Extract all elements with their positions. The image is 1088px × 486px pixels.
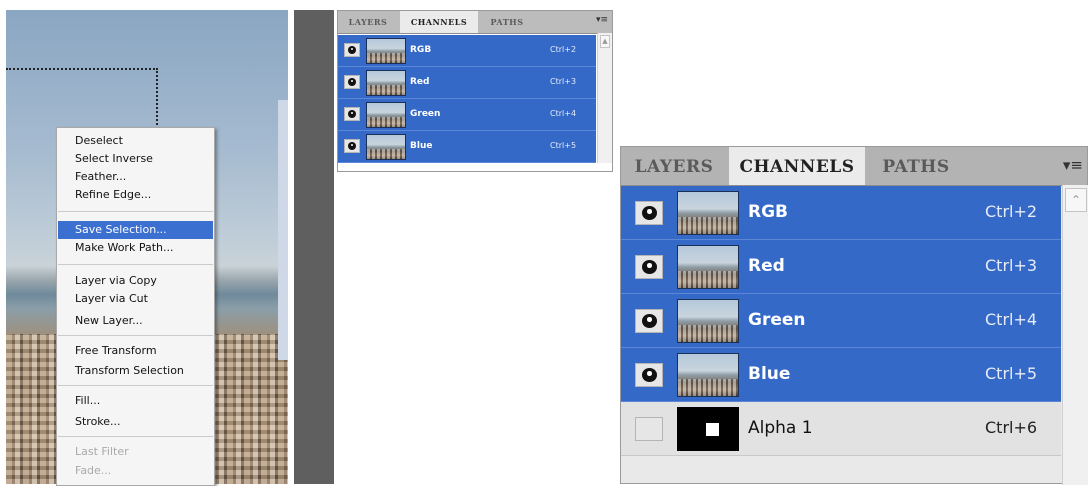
tab-layers[interactable]: LAYERS [621, 147, 727, 185]
channel-thumbnail [677, 191, 739, 235]
menu-item-layer-via-cut[interactable]: Layer via Cut [58, 290, 213, 308]
menu-item-last-filter: Last Filter [75, 445, 129, 458]
channel-shortcut: Ctrl+5 [550, 141, 577, 150]
visibility-eye-icon[interactable] [344, 43, 360, 57]
channels-panel-large: LAYERS CHANNELS PATHS ▾≡ RGB Ctrl+2 Red … [620, 146, 1088, 485]
channel-row-rgb[interactable]: RGB Ctrl+2 [621, 186, 1061, 240]
panel-scrollbar[interactable]: ▲ [597, 33, 612, 163]
menu-separator [58, 335, 213, 336]
channel-shortcut: Ctrl+4 [550, 109, 577, 118]
tab-channels[interactable]: CHANNELS [400, 11, 478, 33]
menu-separator [58, 211, 213, 212]
panel-tab-bar: LAYERS CHANNELS PATHS ▾≡ [621, 147, 1087, 186]
menu-item-free-transform[interactable]: Free Transform [58, 342, 213, 360]
channel-shortcut: Ctrl+2 [985, 202, 1038, 221]
panel-menu-icon[interactable]: ▾≡ [596, 15, 608, 25]
context-menu: Deselect Select Inverse Feather... Refin… [56, 127, 215, 486]
canvas-scrollbar[interactable] [278, 100, 288, 360]
channel-row-green[interactable]: Green Ctrl+4 [621, 294, 1061, 348]
visibility-eye-icon[interactable] [635, 255, 663, 279]
channel-name: Green [748, 310, 806, 330]
channel-shortcut: Ctrl+3 [550, 77, 577, 86]
channel-thumbnail [677, 353, 739, 397]
channel-thumbnail [677, 407, 739, 451]
channel-shortcut: Ctrl+6 [985, 418, 1038, 437]
panel-dock-background [294, 10, 334, 484]
channel-row-red[interactable]: Red Ctrl+3 [621, 240, 1061, 294]
channel-name: RGB [410, 45, 432, 55]
channel-thumbnail [677, 245, 739, 289]
channel-row-alpha-1[interactable]: Alpha 1 Ctrl+6 [621, 402, 1061, 456]
channel-name: Red [410, 77, 430, 87]
channel-thumbnail [677, 299, 739, 343]
channel-name: Blue [410, 141, 433, 151]
channel-name: RGB [748, 202, 789, 222]
channel-name: Green [410, 109, 441, 119]
channel-thumbnail [366, 134, 406, 160]
menu-item-refine-edge[interactable]: Refine Edge... [58, 186, 213, 204]
channel-thumbnail [366, 38, 406, 64]
tab-paths[interactable]: PATHS [480, 11, 534, 33]
menu-separator [58, 264, 213, 265]
menu-item-save-selection[interactable]: Save Selection... [58, 221, 213, 239]
channel-row-red[interactable]: Red Ctrl+3 [338, 67, 596, 99]
channel-name: Red [748, 256, 785, 276]
menu-item-select-inverse[interactable]: Select Inverse [58, 150, 213, 168]
channel-name: Blue [748, 364, 791, 384]
visibility-eye-icon[interactable] [344, 107, 360, 121]
channel-shortcut: Ctrl+3 [985, 256, 1038, 275]
visibility-toggle-empty[interactable] [635, 417, 663, 441]
channel-thumbnail [366, 102, 406, 128]
menu-item-transform-selection[interactable]: Transform Selection [58, 362, 213, 380]
panel-scrollbar[interactable]: ⌃ [1062, 185, 1088, 485]
channel-name: Alpha 1 [748, 418, 813, 438]
channel-shortcut: Ctrl+5 [985, 364, 1038, 383]
menu-item-make-work-path[interactable]: Make Work Path... [58, 239, 213, 257]
tab-paths[interactable]: PATHS [867, 147, 965, 185]
menu-separator [58, 436, 213, 437]
channel-row-rgb[interactable]: RGB Ctrl+2 [338, 35, 596, 67]
channel-row-blue[interactable]: Blue Ctrl+5 [338, 131, 596, 163]
menu-item-feather[interactable]: Feather... [58, 168, 213, 186]
channel-row-green[interactable]: Green Ctrl+4 [338, 99, 596, 131]
visibility-eye-icon[interactable] [635, 309, 663, 333]
menu-item-layer-via-copy[interactable]: Layer via Copy [58, 272, 213, 290]
menu-item-deselect[interactable]: Deselect [58, 132, 213, 150]
panel-tab-bar: LAYERS CHANNELS PATHS ▾≡ [338, 11, 612, 34]
visibility-eye-icon[interactable] [344, 139, 360, 153]
menu-item-stroke[interactable]: Stroke... [58, 413, 213, 431]
visibility-eye-icon[interactable] [635, 201, 663, 225]
visibility-eye-icon[interactable] [344, 75, 360, 89]
channels-panel-small: LAYERS CHANNELS PATHS ▾≡ RGB Ctrl+2 Red … [337, 10, 613, 172]
channel-row-blue[interactable]: Blue Ctrl+5 [621, 348, 1061, 402]
menu-item-fill[interactable]: Fill... [58, 392, 213, 410]
tab-channels[interactable]: CHANNELS [729, 147, 865, 185]
panel-menu-icon[interactable]: ▾≡ [1063, 156, 1083, 174]
scroll-up-icon[interactable]: ▲ [600, 35, 610, 48]
channel-thumbnail [366, 70, 406, 96]
channel-shortcut: Ctrl+4 [985, 310, 1038, 329]
menu-separator [58, 385, 213, 386]
menu-item-fade: Fade... [75, 464, 112, 477]
tab-layers[interactable]: LAYERS [338, 11, 398, 33]
channel-shortcut: Ctrl+2 [550, 45, 577, 54]
visibility-eye-icon[interactable] [635, 363, 663, 387]
menu-item-new-layer[interactable]: New Layer... [58, 312, 213, 330]
scroll-up-icon[interactable]: ⌃ [1065, 188, 1087, 212]
